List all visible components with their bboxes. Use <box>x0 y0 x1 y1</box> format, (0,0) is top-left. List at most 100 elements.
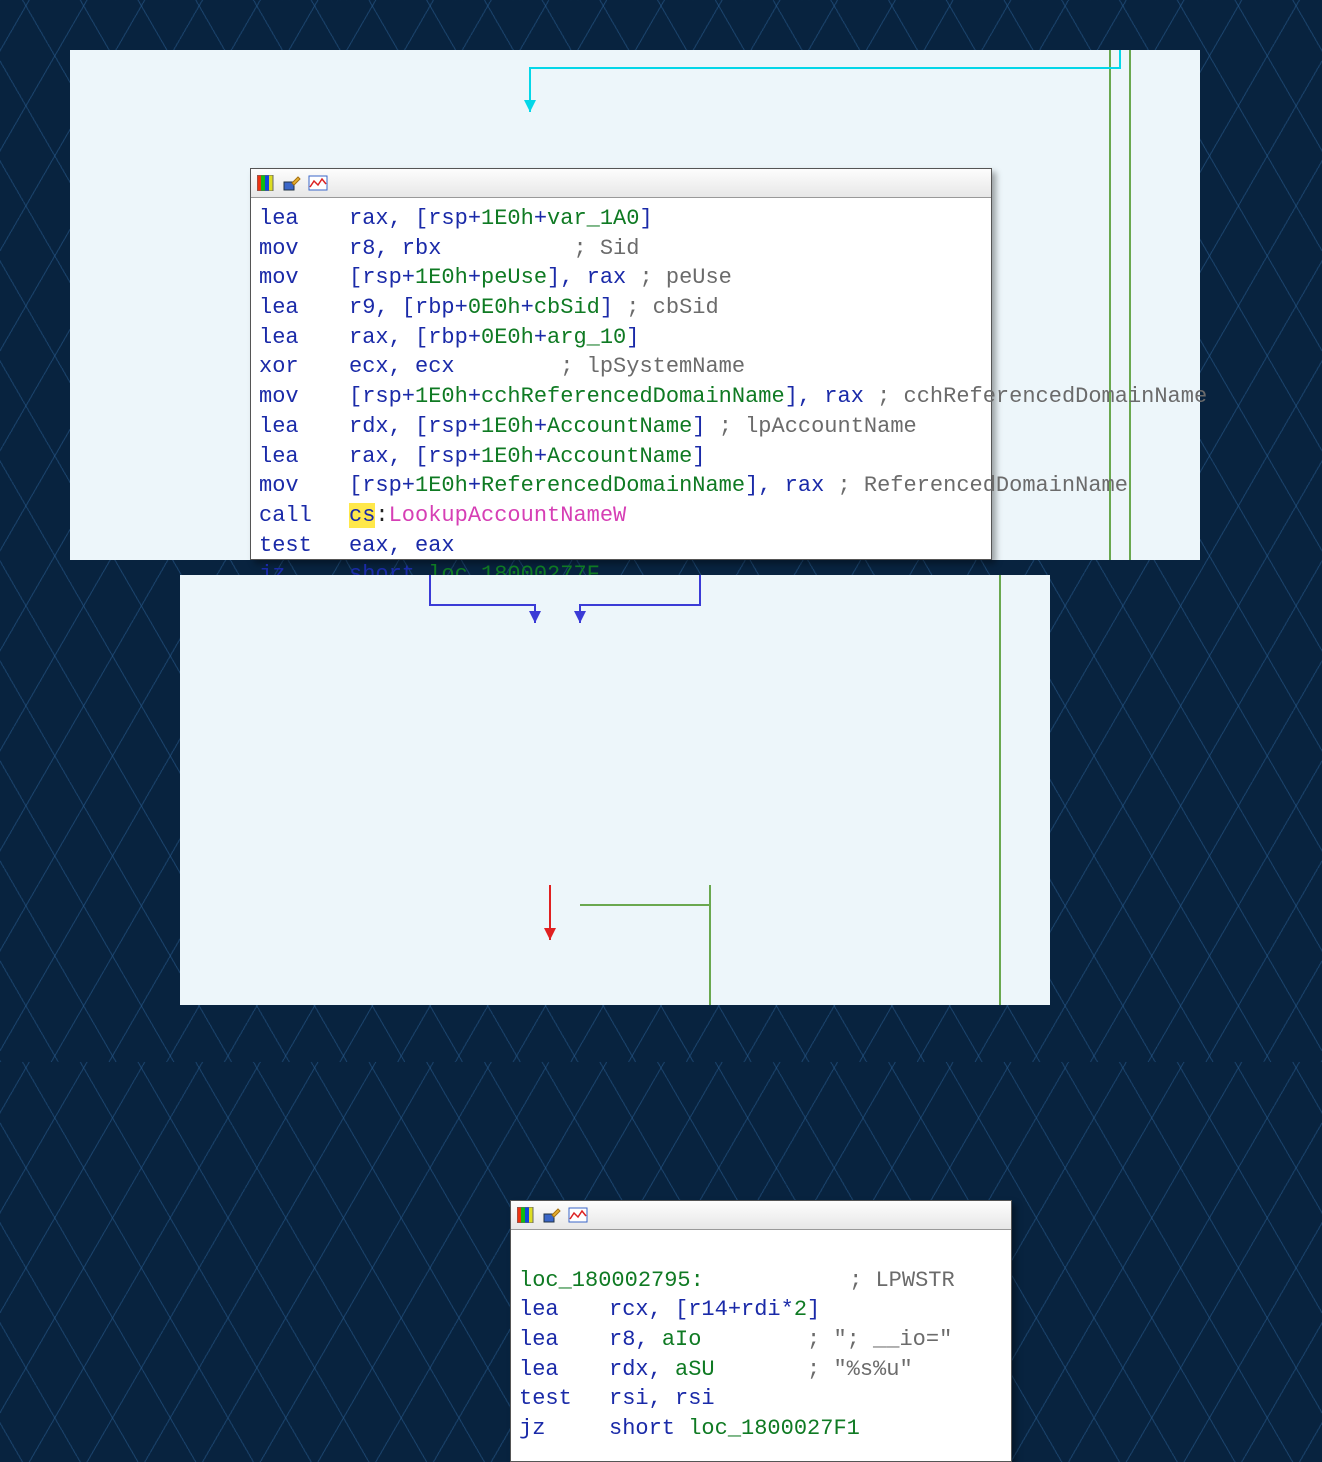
asm-line[interactable]: callcs:LookupAccountNameW <box>259 501 983 531</box>
comment: ; lpSystemName <box>560 354 745 379</box>
comment: ; ReferencedDomainName <box>838 473 1128 498</box>
graph-icon[interactable] <box>567 1204 589 1226</box>
comment: ; lpAccountName <box>719 414 917 439</box>
panel-bottom: loc_180002795: ; LPWSTRlearcx, [r14+rdi*… <box>180 575 1050 1005</box>
operand-token: rax, [rsp+ <box>349 206 481 231</box>
comment: ; "; __io=" <box>807 1327 952 1352</box>
asm-line[interactable]: xorecx, ecx ; lpSystemName <box>259 352 983 382</box>
operand-token: var_1A0 <box>547 206 639 231</box>
disasm-code-2[interactable]: loc_180002795: ; LPWSTRlearcx, [r14+rdi*… <box>511 1230 1011 1452</box>
operand-token: rsi, rsi <box>609 1386 715 1411</box>
operand-token: ] <box>692 444 705 469</box>
operand-token: cs <box>349 503 375 528</box>
operand-token: ReferencedDomainName <box>481 473 745 498</box>
asm-line[interactable]: lear8, aIo ; "; __io=" <box>519 1325 1003 1355</box>
operand-token: AccountName <box>547 444 692 469</box>
asm-line[interactable]: mov[rsp+1E0h+ReferencedDomainName], rax … <box>259 471 983 501</box>
operand-token: AccountName <box>547 414 692 439</box>
edit-icon[interactable] <box>541 1204 563 1226</box>
mnemonic: lea <box>259 204 349 234</box>
operand-token: LookupAccountNameW <box>389 503 627 528</box>
operand-token: cchReferencedDomainName <box>481 384 785 409</box>
mnemonic: test <box>259 531 349 561</box>
color-bars-icon[interactable] <box>255 172 277 194</box>
mnemonic: mov <box>259 382 349 412</box>
asm-line[interactable]: testeax, eax <box>259 531 983 561</box>
flow-arrows-bottom <box>180 575 1050 1005</box>
operand-token: rcx, [r14+rdi* <box>609 1297 794 1322</box>
operand-token: rax, [rsp+ <box>349 444 481 469</box>
operand-token: [rsp+ <box>349 384 415 409</box>
asm-line[interactable]: learax, [rsp+1E0h+var_1A0] <box>259 204 983 234</box>
operand-token: ], rax <box>745 473 837 498</box>
mnemonic: lea <box>259 442 349 472</box>
asm-line[interactable]: testrsi, rsi <box>519 1384 1003 1414</box>
comment: ; "%s%u" <box>807 1357 913 1382</box>
mnemonic: call <box>259 501 349 531</box>
operand-token <box>715 1357 807 1382</box>
operand-token: r8, <box>609 1327 662 1352</box>
mnemonic: lea <box>519 1295 609 1325</box>
color-bars-icon[interactable] <box>515 1204 537 1226</box>
edit-icon[interactable] <box>281 172 303 194</box>
operand-token: + <box>468 473 481 498</box>
operand-token: ecx, ecx <box>349 354 560 379</box>
mnemonic: mov <box>259 263 349 293</box>
asm-line[interactable]: learax, [rbp+0E0h+arg_10] <box>259 323 983 353</box>
operand-token: rdx, [rsp+ <box>349 414 481 439</box>
asm-line[interactable]: mov[rsp+1E0h+cchReferencedDomainName], r… <box>259 382 983 412</box>
comment: ; Sid <box>573 236 639 261</box>
block-toolbar <box>511 1201 1011 1230</box>
asm-line[interactable]: learax, [rsp+1E0h+AccountName] <box>259 442 983 472</box>
operand-token: rax, [rbp+ <box>349 325 481 350</box>
operand-token: [rsp+ <box>349 473 415 498</box>
asm-line[interactable]: movr8, rbx ; Sid <box>259 234 983 264</box>
operand-token: ] <box>692 414 718 439</box>
block-toolbar <box>251 169 991 198</box>
operand-token: ] <box>600 295 626 320</box>
operand-token: ] <box>639 206 652 231</box>
operand-token: 1E0h <box>481 414 534 439</box>
graph-icon[interactable] <box>307 172 329 194</box>
mnemonic: lea <box>259 293 349 323</box>
operand-token: 1E0h <box>415 473 468 498</box>
asm-line[interactable]: learcx, [r14+rdi*2] <box>519 1295 1003 1325</box>
block-label[interactable]: loc_180002795: ; LPWSTR <box>519 1266 1003 1296</box>
asm-line[interactable]: lear9, [rbp+0E0h+cbSid] ; cbSid <box>259 293 983 323</box>
mnemonic: xor <box>259 352 349 382</box>
comment: ; LPWSTR <box>849 1268 955 1293</box>
operand-token: r9, [rbp+ <box>349 295 468 320</box>
panel-top: learax, [rsp+1E0h+var_1A0]movr8, rbx ; S… <box>70 50 1200 560</box>
disasm-block-2[interactable]: loc_180002795: ; LPWSTRlearcx, [r14+rdi*… <box>510 1200 1012 1462</box>
operand-token: aIo <box>662 1327 702 1352</box>
mnemonic: jz <box>519 1414 609 1444</box>
mnemonic: test <box>519 1384 609 1414</box>
mnemonic: lea <box>519 1325 609 1355</box>
asm-line[interactable]: mov[rsp+1E0h+peUse], rax ; peUse <box>259 263 983 293</box>
operand-token: 1E0h <box>415 384 468 409</box>
operand-token: ], rax <box>785 384 877 409</box>
disasm-code-1[interactable]: learax, [rsp+1E0h+var_1A0]movr8, rbx ; S… <box>251 198 991 598</box>
operand-token: 1E0h <box>481 444 534 469</box>
mnemonic: mov <box>259 471 349 501</box>
operand-token: 1E0h <box>481 206 534 231</box>
disasm-block-1[interactable]: learax, [rsp+1E0h+var_1A0]movr8, rbx ; S… <box>250 168 992 560</box>
operand-token: r8, rbx <box>349 236 573 261</box>
operand-token: 0E0h <box>468 295 521 320</box>
comment: ; peUse <box>639 265 731 290</box>
operand-token: ], rax <box>547 265 639 290</box>
operand-token: + <box>468 265 481 290</box>
operand-token: short <box>609 1416 688 1441</box>
operand-token: eax, eax <box>349 533 455 558</box>
operand-token: + <box>468 384 481 409</box>
operand-token: arg_10 <box>547 325 626 350</box>
mnemonic: lea <box>259 412 349 442</box>
operand-token: ] <box>807 1297 820 1322</box>
comment: ; cchReferencedDomainName <box>877 384 1207 409</box>
operand-token <box>701 1327 807 1352</box>
asm-line[interactable]: leardx, aSU ; "%s%u" <box>519 1355 1003 1385</box>
asm-line[interactable]: jzshort loc_1800027F1 <box>519 1414 1003 1444</box>
operand-token: loc_1800027F1 <box>688 1416 860 1441</box>
asm-line[interactable]: leardx, [rsp+1E0h+AccountName] ; lpAccou… <box>259 412 983 442</box>
mnemonic: mov <box>259 234 349 264</box>
